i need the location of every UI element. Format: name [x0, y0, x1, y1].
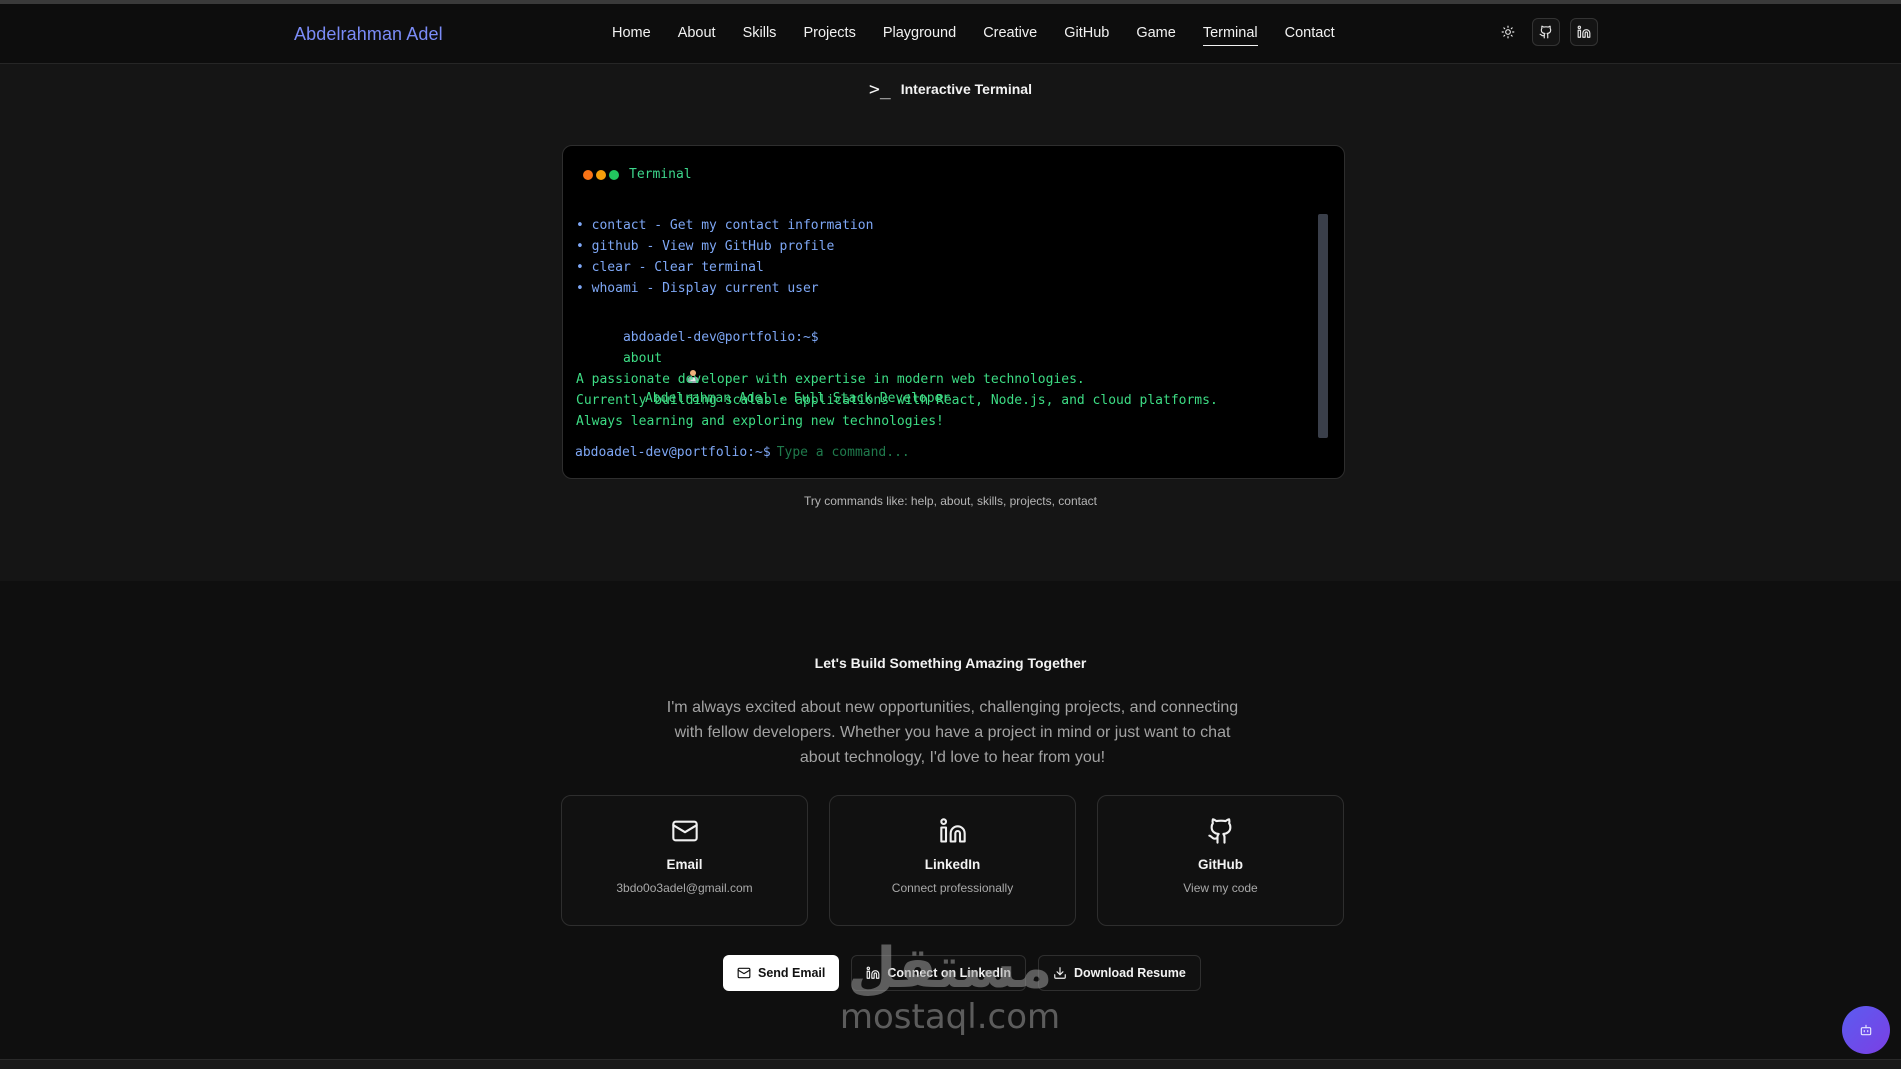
nav-link-terminal[interactable]: Terminal — [1202, 25, 1258, 46]
github-nav-button[interactable] — [1532, 18, 1560, 46]
email-card-title: Email — [666, 857, 703, 872]
github-icon — [1539, 25, 1552, 39]
window-dot-amber — [596, 169, 606, 180]
download-resume-button[interactable]: Download Resume — [1038, 955, 1201, 991]
bot-icon — [1860, 1024, 1872, 1036]
terminal-scrollbar[interactable] — [1318, 214, 1328, 438]
terminal-output: • contact - Get my contact information •… — [576, 215, 1326, 432]
terminal-prompt: abdoadel-dev@portfolio:~$ — [622, 330, 819, 345]
nav-link-playground[interactable]: Playground — [883, 25, 956, 46]
nav-links: Home About Skills Projects Playground Cr… — [612, 25, 1362, 46]
connect-linkedin-label: Connect on LinkedIn — [887, 966, 1011, 980]
nav-link-projects[interactable]: Projects — [803, 25, 855, 46]
terminal-title: Terminal — [629, 167, 692, 182]
terminal-prompt-icon: >_ — [869, 78, 891, 100]
terminal-line: • whoami - Display current user — [576, 281, 819, 296]
download-icon — [1054, 967, 1066, 979]
send-email-button[interactable]: Send Email — [723, 955, 840, 991]
nav-link-github[interactable]: GitHub — [1064, 25, 1109, 46]
sun-icon — [1501, 25, 1515, 39]
bottom-border — [0, 1059, 1901, 1069]
mail-icon — [737, 967, 751, 979]
email-card[interactable]: Email 3bdo0o3adel@gmail.com — [561, 795, 808, 926]
nav-link-creative[interactable]: Creative — [983, 25, 1037, 46]
nav-link-home[interactable]: Home — [612, 25, 651, 46]
terminal-line: A passionate developer with expertise in… — [576, 372, 1085, 387]
linkedin-icon — [939, 816, 967, 846]
terminal-window[interactable]: Terminal • contact - Get my contact info… — [562, 145, 1345, 479]
linkedin-card-title: LinkedIn — [924, 857, 981, 872]
theme-toggle-button[interactable] — [1494, 18, 1522, 46]
terminal-line: Currently building scalable applications… — [576, 393, 1218, 408]
email-card-subtitle: 3bdo0o3adel@gmail.com — [616, 881, 753, 895]
terminal-section-heading: >_ Interactive Terminal — [0, 78, 1901, 100]
github-card-title: GitHub — [1198, 857, 1243, 872]
window-dot-orange — [583, 169, 593, 180]
terminal-section-title: Interactive Terminal — [900, 81, 1032, 97]
linkedin-card-subtitle: Connect professionally — [891, 881, 1014, 895]
navbar: Abdelrahman Adel Home About Skills Proje… — [0, 4, 1901, 64]
linkedin-nav-button[interactable] — [1570, 18, 1598, 46]
chatbot-button[interactable] — [1842, 1006, 1890, 1054]
terminal-line: • contact - Get my contact information — [576, 218, 874, 233]
github-card[interactable]: GitHub View my code — [1097, 795, 1344, 926]
nav-link-about[interactable]: About — [678, 25, 716, 46]
github-card-subtitle: View my code — [1183, 881, 1258, 895]
contact-actions: Send Email Connect on LinkedIn Download … — [723, 955, 1201, 991]
download-resume-label: Download Resume — [1074, 966, 1186, 980]
contact-description: I'm always excited about new opportuniti… — [666, 699, 1239, 766]
terminal-command-input[interactable] — [776, 445, 1257, 460]
terminal-line: Always learning and exploring new techno… — [576, 414, 944, 429]
window-dot-green — [609, 169, 619, 180]
terminal-hint: Try commands like: help, about, skills, … — [803, 494, 1097, 508]
person-icon — [623, 348, 698, 383]
linkedin-icon — [1577, 25, 1591, 38]
terminal-line: • github - View my GitHub profile — [576, 239, 835, 254]
github-icon — [1207, 816, 1235, 846]
mail-icon — [671, 816, 699, 846]
contact-cards: Email 3bdo0o3adel@gmail.com LinkedIn Con… — [561, 795, 1344, 926]
linkedin-card[interactable]: LinkedIn Connect professionally — [829, 795, 1076, 926]
send-email-label: Send Email — [758, 966, 826, 980]
brand-logo[interactable]: Abdelrahman Adel — [294, 24, 443, 45]
terminal-titlebar: Terminal — [583, 167, 692, 182]
nav-tools — [1494, 18, 1598, 46]
terminal-input-row: abdoadel-dev@portfolio:~$ — [575, 445, 1257, 460]
contact-title: Let's Build Something Amazing Together — [814, 655, 1087, 671]
connect-linkedin-button[interactable]: Connect on LinkedIn — [851, 955, 1026, 991]
contact-section: Let's Build Something Amazing Together I… — [0, 581, 1901, 1059]
nav-link-game[interactable]: Game — [1136, 25, 1176, 46]
linkedin-icon — [866, 966, 880, 979]
terminal-input-prompt: abdoadel-dev@portfolio:~$ — [575, 445, 771, 460]
nav-link-contact[interactable]: Contact — [1285, 25, 1335, 46]
nav-link-skills[interactable]: Skills — [743, 25, 777, 46]
terminal-command-line: abdoadel-dev@portfolio:~$ about — [576, 306, 1326, 366]
terminal-line: • clear - Clear terminal — [576, 260, 764, 275]
